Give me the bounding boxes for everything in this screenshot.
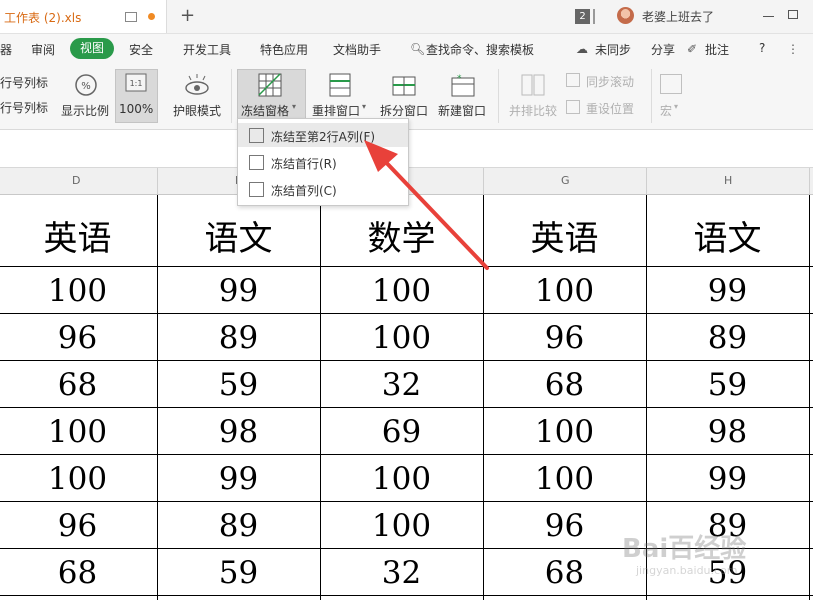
annotation-arrow	[364, 140, 489, 270]
watermark-brand: Bai百经验	[622, 534, 747, 564]
watermark-logo: Bai百经验 jingyan.baidu.com	[622, 524, 772, 579]
watermark-url: jingyan.baidu.com	[636, 564, 738, 577]
